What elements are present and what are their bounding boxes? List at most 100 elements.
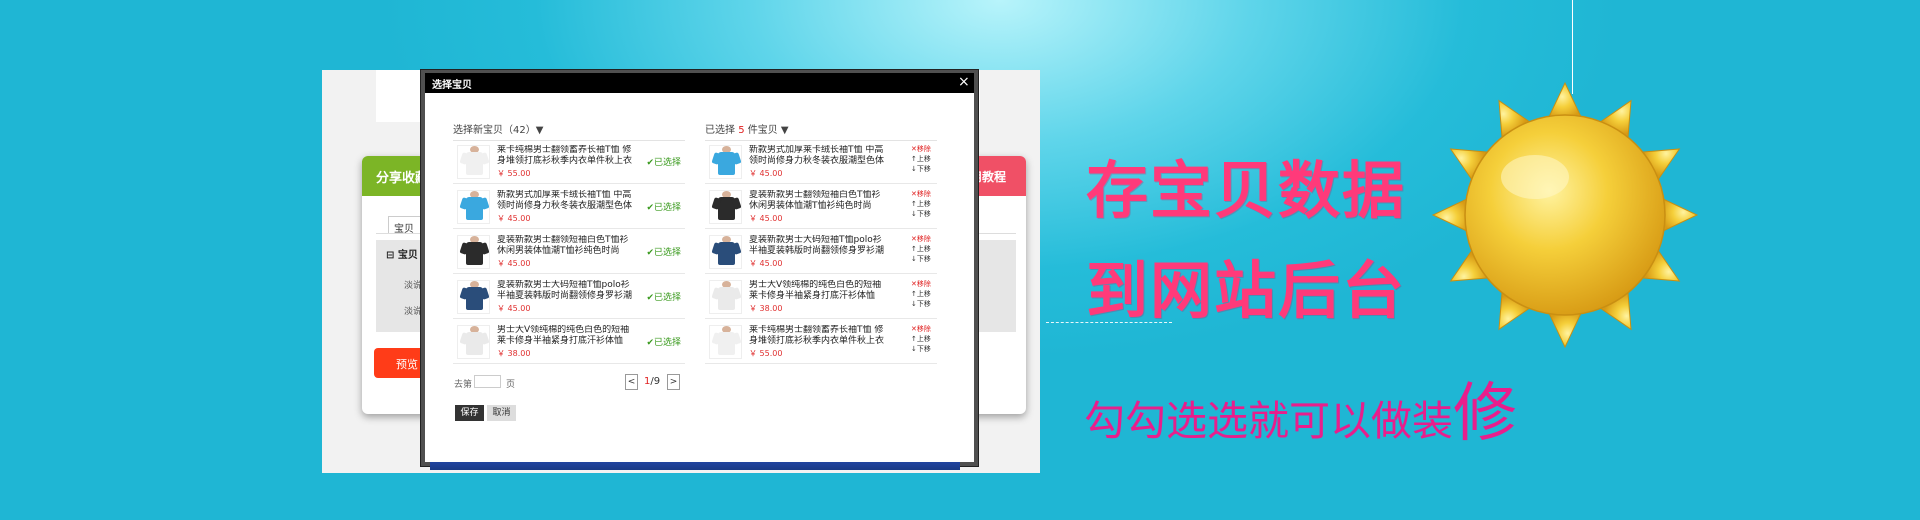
promo-headline-1: 存宝贝数据 (1086, 154, 1407, 227)
shirt-image (718, 242, 735, 265)
move-up-button[interactable]: ↑上移 (911, 244, 935, 254)
selected-item-row[interactable]: 男士大V领纯棉的纯色白色的短袖莱卡修身半袖紧身打底汗衫体恤 ￥ 38.00 ✕移除 ↑… (705, 276, 937, 319)
collapse-icon[interactable]: ⊟ (386, 250, 398, 261)
product-thumbnail (457, 145, 490, 179)
item-price: ￥ 45.00 (749, 169, 783, 178)
shirt-image (718, 197, 735, 220)
check-icon: ✔ (646, 338, 654, 348)
modal-header (425, 73, 974, 93)
available-item-row[interactable]: 新款男式加厚莱卡绒长袖T恤 中高领时尚修身力秋冬装衣服潮型色体 ￥ 45.00 ✔已… (453, 186, 685, 229)
available-item-row[interactable]: 夏装新款男士翻领短袖白色T恤衫休闲男装体恤潮T恤衫纯色时尚polo ￥ 45.00… (453, 231, 685, 274)
save-button[interactable]: 保存 (455, 405, 484, 421)
decorative-dashed-line (1046, 322, 1172, 323)
available-item-row[interactable]: 莱卡纯棉男士翻领蓄养长袖T恤 修身堆领打底衫秋季内衣单件秋上衣 ￥ 55.00 ✔已… (453, 141, 685, 184)
move-down-button[interactable]: ↓下移 (911, 254, 935, 264)
item-operations: ✕移除 ↑上移 ↓下移 (911, 279, 935, 309)
shirt-image (718, 152, 735, 175)
cancel-button[interactable]: 取消 (487, 405, 516, 421)
selected-item-row[interactable]: 新款男式加厚莱卡绒长袖T恤 中高领时尚修身力秋冬装衣服潮型色体 ￥ 45.00 ✕移… (705, 141, 937, 184)
product-thumbnail (457, 325, 490, 359)
selected-status[interactable]: ✔已选择 (646, 200, 681, 213)
available-items-header[interactable]: 选择新宝贝（42）▼ (453, 121, 543, 136)
item-title: 夏装新款男士翻领短袖白色T恤衫休闲男装体恤潮T恤衫纯色时尚polo (749, 190, 881, 211)
item-operations: ✕移除 ↑上移 ↓下移 (911, 234, 935, 264)
move-up-button[interactable]: ↑上移 (911, 199, 935, 209)
modal-bottom-bar (430, 462, 960, 470)
shirt-image (466, 287, 483, 310)
page-indicator: 1/9 (644, 376, 661, 387)
background-row-label: 淡说 (404, 307, 423, 317)
item-price: ￥ 45.00 (497, 304, 531, 313)
move-up-button[interactable]: ↑上移 (911, 289, 935, 299)
product-thumbnail (709, 235, 742, 269)
shirt-image (466, 152, 483, 175)
move-up-button[interactable]: ↑上移 (911, 154, 935, 164)
check-icon: ✔ (646, 293, 654, 303)
sun-illustration (1431, 81, 1699, 349)
move-down-button[interactable]: ↓下移 (911, 344, 935, 354)
background-row-label: 淡说 (404, 281, 423, 291)
product-thumbnail (709, 145, 742, 179)
item-price: ￥ 45.00 (749, 259, 783, 268)
check-icon: ✔ (646, 248, 654, 258)
remove-button[interactable]: ✕移除 (911, 189, 935, 199)
modal-title: 选择宝贝 (432, 80, 472, 91)
move-down-button[interactable]: ↓下移 (911, 209, 935, 219)
remove-button[interactable]: ✕移除 (911, 144, 935, 154)
item-operations: ✕移除 ↑上移 ↓下移 (911, 144, 935, 174)
promo-headline-2: 到网站后台 (1086, 254, 1407, 327)
next-page-button[interactable]: > (667, 374, 680, 390)
close-icon[interactable]: × (958, 73, 970, 91)
shirt-image (466, 332, 483, 355)
move-up-button[interactable]: ↑上移 (911, 334, 935, 344)
check-icon: ✔ (646, 158, 654, 168)
selected-status[interactable]: ✔已选择 (646, 155, 681, 168)
check-icon: ✔ (646, 203, 654, 213)
product-thumbnail (457, 190, 490, 224)
move-down-button[interactable]: ↓下移 (911, 164, 935, 174)
selected-status[interactable]: ✔已选择 (646, 245, 681, 258)
pager-go-suffix: 页 (506, 380, 516, 390)
selected-status[interactable]: ✔已选择 (646, 335, 681, 348)
remove-button[interactable]: ✕移除 (911, 234, 935, 244)
item-title: 夏装新款男士大码短袖T恤polo衫半袖夏装韩版时尚翻领修身罗衫潮T (497, 280, 633, 301)
move-down-button[interactable]: ↓下移 (911, 299, 935, 309)
item-title: 男士大V领纯棉的纯色白色的短袖莱卡修身半袖紧身打底汗衫体恤 (497, 325, 630, 346)
prev-page-button[interactable]: < (625, 374, 638, 390)
item-title: 莱卡纯棉男士翻领蓄养长袖T恤 修身堆领打底衫秋季内衣单件秋上衣 (497, 145, 633, 166)
product-thumbnail (709, 190, 742, 224)
item-title: 夏装新款男士翻领短袖白色T恤衫休闲男装体恤潮T恤衫纯色时尚polo (497, 235, 629, 256)
remove-button[interactable]: ✕移除 (911, 324, 935, 334)
shirt-image (466, 242, 483, 265)
item-price: ￥ 45.00 (497, 259, 531, 268)
page-number-input[interactable] (474, 375, 501, 388)
selected-item-row[interactable]: 夏装新款男士翻领短袖白色T恤衫休闲男装体恤潮T恤衫纯色时尚polo ￥ 45.00… (705, 186, 937, 229)
item-title: 新款男式加厚莱卡绒长袖T恤 中高领时尚修身力秋冬装衣服潮型色体 (749, 145, 885, 166)
item-price: ￥ 38.00 (497, 349, 531, 358)
remove-button[interactable]: ✕移除 (911, 279, 935, 289)
product-thumbnail (457, 280, 490, 314)
available-item-row[interactable]: 夏装新款男士大码短袖T恤polo衫半袖夏装韩版时尚翻领修身罗衫潮T ￥ 45.00… (453, 276, 685, 319)
item-price: ￥ 55.00 (749, 349, 783, 358)
product-thumbnail (709, 280, 742, 314)
item-title: 新款男式加厚莱卡绒长袖T恤 中高领时尚修身力秋冬装衣服潮型色体 (497, 190, 633, 211)
product-thumbnail (457, 235, 490, 269)
item-operations: ✕移除 ↑上移 ↓下移 (911, 189, 935, 219)
selected-status[interactable]: ✔已选择 (646, 290, 681, 303)
item-price: ￥ 55.00 (497, 169, 531, 178)
selected-item-row[interactable]: 莱卡纯棉男士翻领蓄养长袖T恤 修身堆领打底衫秋季内衣单件秋上衣 ￥ 55.00 ✕移… (705, 321, 937, 364)
shirt-image (466, 197, 483, 220)
selected-item-row[interactable]: 夏装新款男士大码短袖T恤polo衫半袖夏装韩版时尚翻领修身罗衫潮T ￥ 45.00… (705, 231, 937, 274)
item-price: ￥ 45.00 (749, 214, 783, 223)
background-section-title: ⊟ 宝贝 (386, 250, 418, 261)
selected-items-header[interactable]: 已选择 5 件宝贝 ▼ (705, 121, 789, 136)
shirt-image (718, 287, 735, 310)
shirt-image (718, 332, 735, 355)
promo-subline: 勾勾选选就可以做装修 (1084, 377, 1517, 451)
selected-items-list: 新款男式加厚莱卡绒长袖T恤 中高领时尚修身力秋冬装衣服潮型色体 ￥ 45.00 ✕移… (705, 141, 937, 366)
item-title: 夏装新款男士大码短袖T恤polo衫半袖夏装韩版时尚翻领修身罗衫潮T (749, 235, 885, 256)
available-items-list: 莱卡纯棉男士翻领蓄养长袖T恤 修身堆领打底衫秋季内衣单件秋上衣 ￥ 55.00 ✔已… (453, 141, 685, 366)
available-item-row[interactable]: 男士大V领纯棉的纯色白色的短袖莱卡修身半袖紧身打底汗衫体恤 ￥ 38.00 ✔已选择 (453, 321, 685, 364)
preview-button[interactable]: 预览 (374, 348, 424, 378)
item-operations: ✕移除 ↑上移 ↓下移 (911, 324, 935, 354)
